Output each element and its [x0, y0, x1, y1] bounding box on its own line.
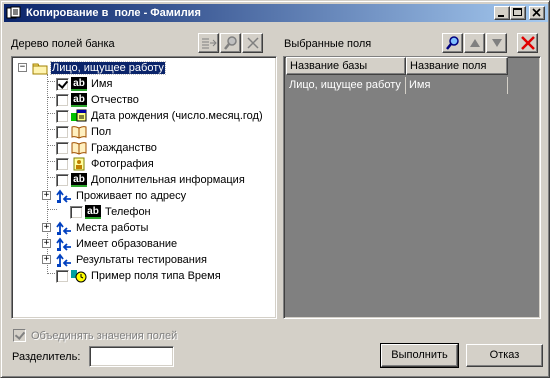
field-checkbox[interactable]: [56, 173, 69, 187]
tree-item-label: Результаты тестирования: [76, 254, 207, 266]
dictionary-icon: [71, 125, 87, 139]
remove-field-button[interactable]: [517, 33, 538, 53]
tree-item[interactable]: ab Дополнительная информация: [56, 172, 246, 188]
tree-item-label: Пол: [91, 126, 112, 138]
tree-item[interactable]: Пример поля типа Время: [56, 268, 222, 284]
move-down-button[interactable]: [486, 33, 507, 53]
maximize-button[interactable]: [510, 6, 526, 20]
tree-item-label: Гражданство: [91, 142, 157, 154]
minimize-button[interactable]: [494, 6, 510, 20]
table-cell[interactable]: Имя: [406, 77, 508, 94]
column-header-field[interactable]: Название поля: [406, 57, 508, 75]
table-cell[interactable]: Лицо, ищущее работу: [286, 77, 406, 94]
text-field-icon: ab: [71, 173, 87, 187]
add-field-button[interactable]: [198, 33, 219, 53]
link-field-icon: [56, 189, 72, 203]
tree-item-label: Места работы: [76, 222, 149, 234]
field-checkbox[interactable]: [56, 141, 69, 155]
tree-panel-label: Дерево полей банка: [11, 38, 115, 50]
text-field-icon: ab: [71, 77, 87, 91]
tree-item[interactable]: Имеет образование: [56, 236, 178, 252]
minimize-icon: [498, 15, 504, 17]
tree-expand-button[interactable]: +: [42, 255, 51, 264]
cancel-button[interactable]: Отказ: [466, 344, 543, 367]
tree-item[interactable]: Фотография: [56, 156, 155, 172]
folder-icon: [32, 61, 48, 75]
field-checkbox[interactable]: [56, 157, 69, 171]
tree-item-label: Отчество: [91, 94, 139, 106]
link-field-icon: [56, 253, 72, 267]
move-up-button[interactable]: [464, 33, 485, 53]
tree-delete-button[interactable]: [242, 33, 263, 53]
tree-item[interactable]: Дата рождения (число.месяц.год): [56, 108, 264, 124]
field-tree[interactable]: − Лицо, ищущее работу ab Имя ab Отчество…: [11, 56, 277, 319]
tree-item-label: Телефон: [105, 206, 151, 218]
tree-item-label: Пример поля типа Время: [91, 270, 221, 282]
window-title: Копирование в поле - Фамилия: [26, 7, 201, 19]
merge-values-label: Объединять значения полей: [31, 330, 178, 342]
delete-icon: [246, 37, 259, 49]
tree-expand-button[interactable]: +: [42, 191, 51, 200]
tree-item-label: Имеет образование: [76, 238, 178, 250]
tree-expand-button[interactable]: +: [42, 239, 51, 248]
move-up-icon: [469, 39, 480, 47]
close-icon: [532, 8, 541, 17]
date-field-icon: [71, 109, 87, 123]
field-checkbox[interactable]: [56, 109, 69, 123]
dictionary-icon: [71, 141, 87, 155]
link-field-icon: [56, 237, 72, 251]
field-checkbox[interactable]: [56, 77, 69, 91]
tree-expand-button[interactable]: +: [42, 223, 51, 232]
move-down-icon: [491, 39, 502, 47]
image-field-icon: [71, 157, 87, 171]
field-checkbox[interactable]: [56, 93, 69, 107]
separator-label: Разделитель:: [12, 351, 81, 363]
field-checkbox[interactable]: [56, 125, 69, 139]
tree-item-label: Имя: [91, 78, 113, 90]
link-field-icon: [56, 221, 72, 235]
title-bar[interactable]: Копирование в поле - Фамилия: [4, 4, 548, 22]
dialog-window: Копирование в поле - Фамилия Дерево поле…: [0, 0, 550, 378]
add-field-icon: [201, 38, 217, 49]
tree-item[interactable]: Места работы: [56, 220, 149, 236]
merge-values-checkbox[interactable]: [13, 329, 26, 342]
text-field-icon: ab: [71, 93, 87, 107]
maximize-icon: [513, 8, 522, 16]
selected-fields-table[interactable]: Название базы Название поля Лицо, ищущее…: [283, 56, 541, 319]
field-checkbox[interactable]: [56, 269, 69, 283]
search-icon: [445, 36, 459, 50]
tree-item[interactable]: ab Имя: [56, 76, 113, 92]
close-button[interactable]: [529, 6, 545, 20]
app-icon: [6, 6, 22, 20]
tree-item[interactable]: Проживает по адресу: [56, 188, 187, 204]
tree-root-collapse[interactable]: −: [18, 63, 27, 72]
tree-root[interactable]: Лицо, ищущее работу: [32, 60, 166, 76]
column-header-base[interactable]: Название базы: [286, 57, 406, 75]
execute-button[interactable]: Выполнить: [380, 343, 459, 368]
tree-item-label: Фотография: [91, 158, 154, 170]
tree-item-label: Проживает по адресу: [76, 190, 187, 202]
text-field-icon: ab: [85, 205, 101, 219]
selected-search-button[interactable]: [442, 33, 463, 53]
tree-item-label: Дата рождения (число.месяц.год): [91, 110, 263, 122]
tree-search-button[interactable]: [220, 33, 241, 53]
tree-item[interactable]: ab Телефон: [70, 204, 152, 220]
remove-icon: [520, 36, 535, 50]
tree-root-label: Лицо, ищущее работу: [50, 61, 166, 75]
field-checkbox[interactable]: [70, 205, 83, 219]
tree-item[interactable]: Пол: [56, 124, 112, 140]
separator-input[interactable]: [89, 346, 174, 367]
tree-item[interactable]: ab Отчество: [56, 92, 140, 108]
time-field-icon: [71, 269, 87, 283]
search-icon: [223, 36, 237, 50]
tree-item[interactable]: Гражданство: [56, 140, 158, 156]
tree-item[interactable]: Результаты тестирования: [56, 252, 208, 268]
selected-fields-label: Выбранные поля: [284, 38, 372, 50]
tree-item-label: Дополнительная информация: [91, 174, 245, 186]
